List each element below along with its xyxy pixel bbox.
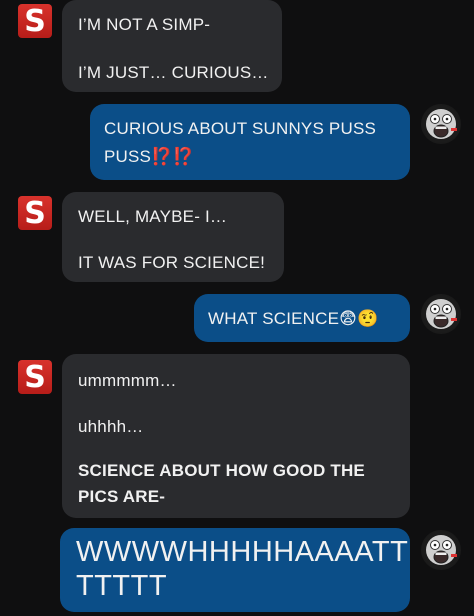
screaming-robot-face-icon <box>422 531 460 569</box>
outgoing-message-bubble[interactable]: CURIOUS ABOUT SUNNYS PUSS PUSS⁉️⁉️ <box>90 104 410 180</box>
incoming-message-bubble[interactable]: ummmmm… uhhhh… SCIENCE ABOUT HOW GOOD TH… <box>62 354 410 518</box>
message-line: CURIOUS ABOUT SUNNYS PUSS <box>104 119 377 138</box>
message-line: I’M NOT A SIMP- <box>78 15 211 34</box>
screaming-robot-face-icon <box>422 295 460 333</box>
message-line: WWWWHHHHHAAAATT <box>76 536 409 568</box>
outgoing-message-bubble[interactable]: WHAT SCIENCE😨🤨 <box>194 294 410 342</box>
message-line: TTTTT <box>76 570 168 602</box>
incoming-message-bubble[interactable]: I’M NOT A SIMP- I’M JUST… CURIOUS… <box>62 0 282 92</box>
user-avatar[interactable] <box>421 104 461 144</box>
message-line: WELL, MAYBE- I… <box>78 207 228 226</box>
message-line: I’M JUST… CURIOUS… <box>78 63 269 82</box>
message-line: ummmmm… <box>78 371 177 390</box>
message-line: IT WAS FOR SCIENCE! <box>78 253 266 272</box>
message-line: WHAT SCIENCE😨🤨 <box>208 309 379 328</box>
user-avatar[interactable] <box>421 294 461 334</box>
sender-avatar-s[interactable]: S <box>18 196 52 231</box>
sender-avatar-s[interactable]: S <box>18 4 52 39</box>
message-line: PICS ARE- <box>78 487 166 506</box>
outgoing-message-bubble[interactable]: WWWWHHHHHAAAATT TTTTT <box>60 528 410 612</box>
message-line: uhhhh… <box>78 417 144 436</box>
sender-avatar-s[interactable]: S <box>18 360 52 395</box>
incoming-message-bubble[interactable]: WELL, MAYBE- I… IT WAS FOR SCIENCE! <box>62 192 284 282</box>
screaming-robot-face-icon <box>422 105 460 143</box>
message-line: SCIENCE ABOUT HOW GOOD THE <box>78 461 365 480</box>
user-avatar[interactable] <box>421 530 461 570</box>
message-line: PUSS⁉️⁉️ <box>104 147 194 166</box>
chat-thread: S I’M NOT A SIMP- I’M JUST… CURIOUS… CUR… <box>0 0 474 616</box>
